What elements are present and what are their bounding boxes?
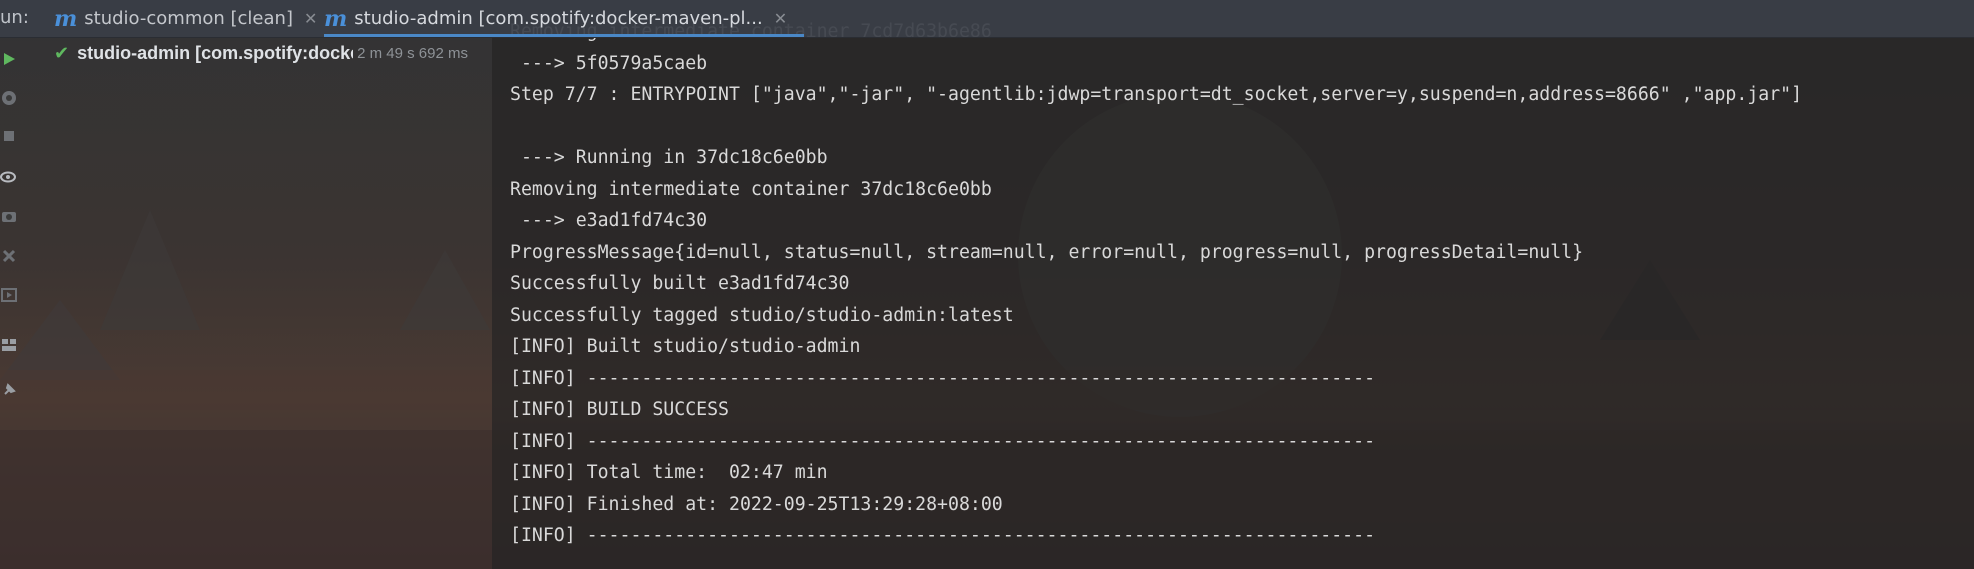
console-line: ProgressMessage{id=null, status=null, st… [510, 241, 1584, 263]
run-tree-panel: ✔ studio-admin [com.spotify:docker-maven… [24, 37, 490, 569]
tab-studio-admin[interactable]: m studio-admin [com.spotify:docker-maven… [324, 0, 787, 37]
console-line: [INFO] ---------------------------------… [510, 367, 1376, 389]
close-icon[interactable]: ✕ [774, 9, 787, 28]
pin-icon[interactable] [0, 381, 18, 399]
elapsed-time: 2 m 49 s 692 ms [357, 45, 468, 62]
export-icon[interactable] [0, 286, 18, 304]
console-line: Successfully tagged studio/studio-admin:… [510, 304, 1014, 326]
camera-icon[interactable] [0, 207, 18, 225]
console-line: [INFO] ---------------------------------… [510, 525, 1376, 546]
console-line: Step 7/7 : ENTRYPOINT ["java","-jar", "-… [510, 84, 1803, 105]
console-line: [INFO] BUILD SUCCESS [510, 399, 729, 420]
console-line: [INFO] ---------------------------------… [510, 430, 1376, 452]
console-line: Successfully built e3ad1fd74c30 [510, 273, 850, 294]
console-line: Removing intermediate container 37dc18c6… [510, 178, 992, 200]
tab-studio-common[interactable]: m studio-common [clean] ✕ [54, 0, 317, 37]
console-line: [INFO] Built studio/studio-admin [510, 336, 861, 357]
active-tab-indicator [324, 34, 804, 37]
console-line: ---> Running in 37dc18c6e0bb [510, 147, 828, 168]
run-toolbar [0, 37, 22, 569]
console-line: ---> 5f0579a5caeb [510, 52, 708, 74]
tree-item-label: studio-admin [com.spotify:docker-maven-p… [77, 43, 354, 63]
maven-icon: m [324, 5, 348, 32]
console-line: ---> e3ad1fd74c30 [510, 210, 708, 231]
tree-item-studio-admin[interactable]: ✔ studio-admin [com.spotify:docker-maven… [54, 43, 514, 64]
tab-label: studio-admin [com.spotify:docker-maven-p… [354, 8, 763, 29]
tab-label: studio-common [clean] [84, 8, 293, 29]
run-tab-bar: un: m studio-common [clean] ✕ m studio-a… [0, 0, 1974, 38]
console-output[interactable]: Removing intermediate container 7cd7d63b… [492, 21, 1974, 569]
maven-icon: m [54, 5, 78, 32]
console-lines: Removing intermediate container 7cd7d63b… [510, 16, 1802, 552]
view-icon[interactable] [0, 168, 18, 186]
close-icon[interactable]: ✕ [304, 9, 317, 28]
console-line: [INFO] Finished at: 2022-09-25T13:29:28+… [510, 493, 1003, 515]
settings-icon[interactable] [0, 247, 18, 265]
layout-icon[interactable] [0, 336, 18, 354]
run-label: un: [0, 7, 29, 28]
run-icon[interactable] [0, 50, 18, 68]
rerun-icon[interactable] [0, 89, 18, 107]
stop-icon[interactable] [0, 127, 18, 145]
console-line: [INFO] Total time: 02:47 min [510, 462, 828, 483]
check-icon: ✔ [54, 43, 70, 64]
